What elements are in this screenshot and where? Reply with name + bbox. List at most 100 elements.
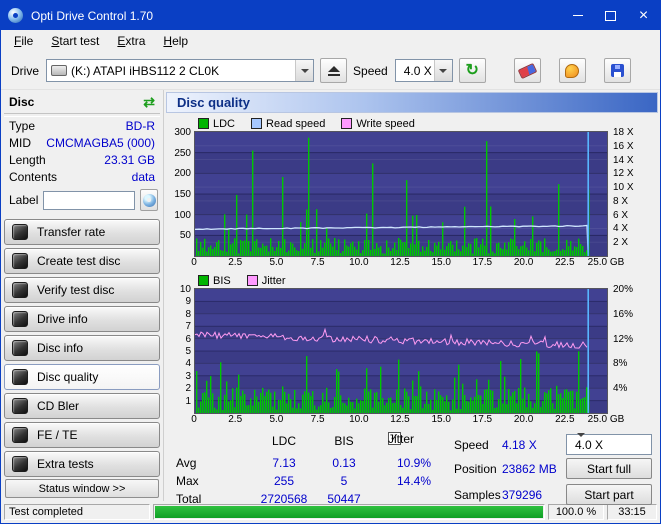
- samples-label: Samples: [454, 488, 501, 502]
- drive-select[interactable]: (K:) ATAPI iHBS112 2 CL0K: [46, 59, 314, 82]
- sidebar-item-fe-te[interactable]: FE / TE: [4, 422, 160, 448]
- save-button[interactable]: [604, 58, 631, 83]
- eject-icon: [328, 66, 340, 72]
- minimize-icon: [573, 15, 583, 16]
- transfer-rate-icon: [12, 224, 28, 240]
- app-icon: [8, 8, 23, 23]
- write-speed-swatch: [341, 118, 352, 129]
- info-label: Contents: [9, 170, 57, 185]
- close-icon: ×: [639, 8, 648, 24]
- avg-ldc-value: 7.13: [244, 456, 324, 470]
- chevron-down-icon: [295, 60, 313, 81]
- status-window-button[interactable]: Status window >>: [5, 479, 159, 498]
- drive-info-icon: [12, 311, 28, 327]
- disc-info-row: Contents data: [1, 169, 163, 186]
- label-input[interactable]: [43, 191, 135, 210]
- legend-label: Write speed: [356, 118, 415, 130]
- y-axis-right-top: 18 X16 X14 X12 X10 X8 X6 X4 X2 X: [608, 131, 648, 257]
- disc-quality-icon: [12, 369, 28, 385]
- read-speed-swatch: [251, 118, 262, 129]
- contents-link[interactable]: data: [132, 170, 155, 185]
- bis-column-header: BIS: [314, 434, 374, 448]
- max-jitter-value: 14.4%: [378, 474, 450, 488]
- row-label-max: Max: [176, 474, 199, 488]
- speed-result-value: 4.18 X: [502, 438, 537, 452]
- total-bis-value: 50447: [314, 492, 374, 506]
- minimize-button[interactable]: [561, 1, 594, 30]
- title-bar: Opti Drive Control 1.70 ×: [1, 1, 660, 30]
- y-axis-left-bottom: 10987654321: [168, 288, 194, 414]
- disc-info-row: MID CMCMAGBA5 (000): [1, 135, 163, 152]
- sidebar-item-disc-info[interactable]: Disc info: [4, 335, 160, 361]
- chart-legend-top: LDC Read speed Write speed: [198, 117, 658, 130]
- start-full-button[interactable]: Start full: [566, 458, 652, 479]
- eraser-icon: [517, 62, 537, 78]
- sidebar-item-drive-info[interactable]: Drive info: [4, 306, 160, 332]
- sidebar-item-disc-quality[interactable]: Disc quality: [4, 364, 160, 390]
- disc-quality-panel: Disc quality LDC Read speed Write speed …: [163, 90, 660, 501]
- legend-label: Read speed: [266, 118, 325, 130]
- disc-label-icon: [143, 194, 156, 207]
- refresh-button[interactable]: ↻: [459, 58, 486, 83]
- start-part-button[interactable]: Start part: [566, 484, 652, 505]
- scan-speed-select[interactable]: 4.0 X: [566, 434, 652, 455]
- verify-test-disc-icon: [12, 282, 28, 298]
- sidebar-item-verify-test-disc[interactable]: Verify test disc: [4, 277, 160, 303]
- close-button[interactable]: ×: [627, 1, 660, 30]
- chart-legend-bottom: BIS Jitter: [198, 274, 658, 287]
- drive-label: Drive: [11, 64, 39, 78]
- sidebar-item-cd-bler[interactable]: CD Bler: [4, 393, 160, 419]
- menu-file[interactable]: File: [5, 32, 42, 50]
- legend-label: LDC: [213, 118, 235, 130]
- maximize-icon: [605, 11, 616, 21]
- sidebar-item-transfer-rate[interactable]: Transfer rate: [4, 219, 160, 245]
- jitter-checkbox-label: Jitter: [388, 432, 414, 446]
- maximize-button[interactable]: [594, 1, 627, 30]
- jitter-checkbox[interactable]: ✓ Jitter: [388, 432, 401, 445]
- legend-label: Jitter: [262, 275, 286, 287]
- extra-tests-icon: [12, 456, 28, 472]
- bis-swatch: [198, 275, 209, 286]
- info-label: Length: [9, 153, 46, 168]
- avg-jitter-value: 10.9%: [378, 456, 450, 470]
- info-value: CMCMAGBA5 (000): [46, 136, 155, 151]
- sidebar-item-create-test-disc[interactable]: Create test disc: [4, 248, 160, 274]
- ldc-swatch: [198, 118, 209, 129]
- cd-bler-icon: [12, 398, 28, 414]
- avg-bis-value: 0.13: [314, 456, 374, 470]
- sidebar: Disc ⇄ Type BD-R MID CMCMAGBA5 (000) Len…: [1, 90, 163, 501]
- rescan-disc-icon[interactable]: ⇄: [143, 95, 155, 109]
- info-value: BD-R: [126, 119, 155, 134]
- status-text: Test completed: [4, 504, 150, 520]
- bis-jitter-chart: [194, 288, 608, 414]
- total-ldc-value: 2720568: [244, 492, 324, 506]
- max-bis-value: 5: [314, 474, 374, 488]
- speed-select[interactable]: 4.0 X: [395, 59, 453, 82]
- drive-value: (K:) ATAPI iHBS112 2 CL0K: [67, 64, 295, 78]
- menu-help[interactable]: Help: [154, 32, 197, 50]
- samples-value: 379296: [502, 488, 542, 502]
- disc-section-title: Disc: [9, 95, 34, 109]
- disc-info-icon: [12, 340, 28, 356]
- row-label-avg: Avg: [176, 456, 196, 470]
- menu-start-test[interactable]: Start test: [42, 32, 108, 50]
- disc-info-row: Length 23.31 GB: [1, 152, 163, 169]
- hand-icon: [565, 64, 579, 78]
- menu-extra[interactable]: Extra: [108, 32, 154, 50]
- save-icon: [611, 64, 624, 77]
- eject-button[interactable]: [320, 58, 347, 83]
- info-value: 23.31 GB: [104, 153, 155, 168]
- row-label-total: Total: [176, 492, 201, 506]
- jitter-swatch: [247, 275, 258, 286]
- info-label: Type: [9, 119, 35, 134]
- label-caption: Label: [9, 193, 38, 207]
- edit-label-button[interactable]: [140, 189, 158, 211]
- erase-disc-button[interactable]: [514, 58, 541, 83]
- tools-button[interactable]: [559, 58, 586, 83]
- sidebar-item-extra-tests[interactable]: Extra tests: [4, 451, 160, 477]
- position-label: Position: [454, 462, 497, 476]
- panel-title: Disc quality: [166, 92, 658, 113]
- y-axis-right-bottom: 20%16%12%8%4%: [608, 288, 648, 414]
- fe-te-icon: [12, 427, 28, 443]
- legend-label: BIS: [213, 275, 231, 287]
